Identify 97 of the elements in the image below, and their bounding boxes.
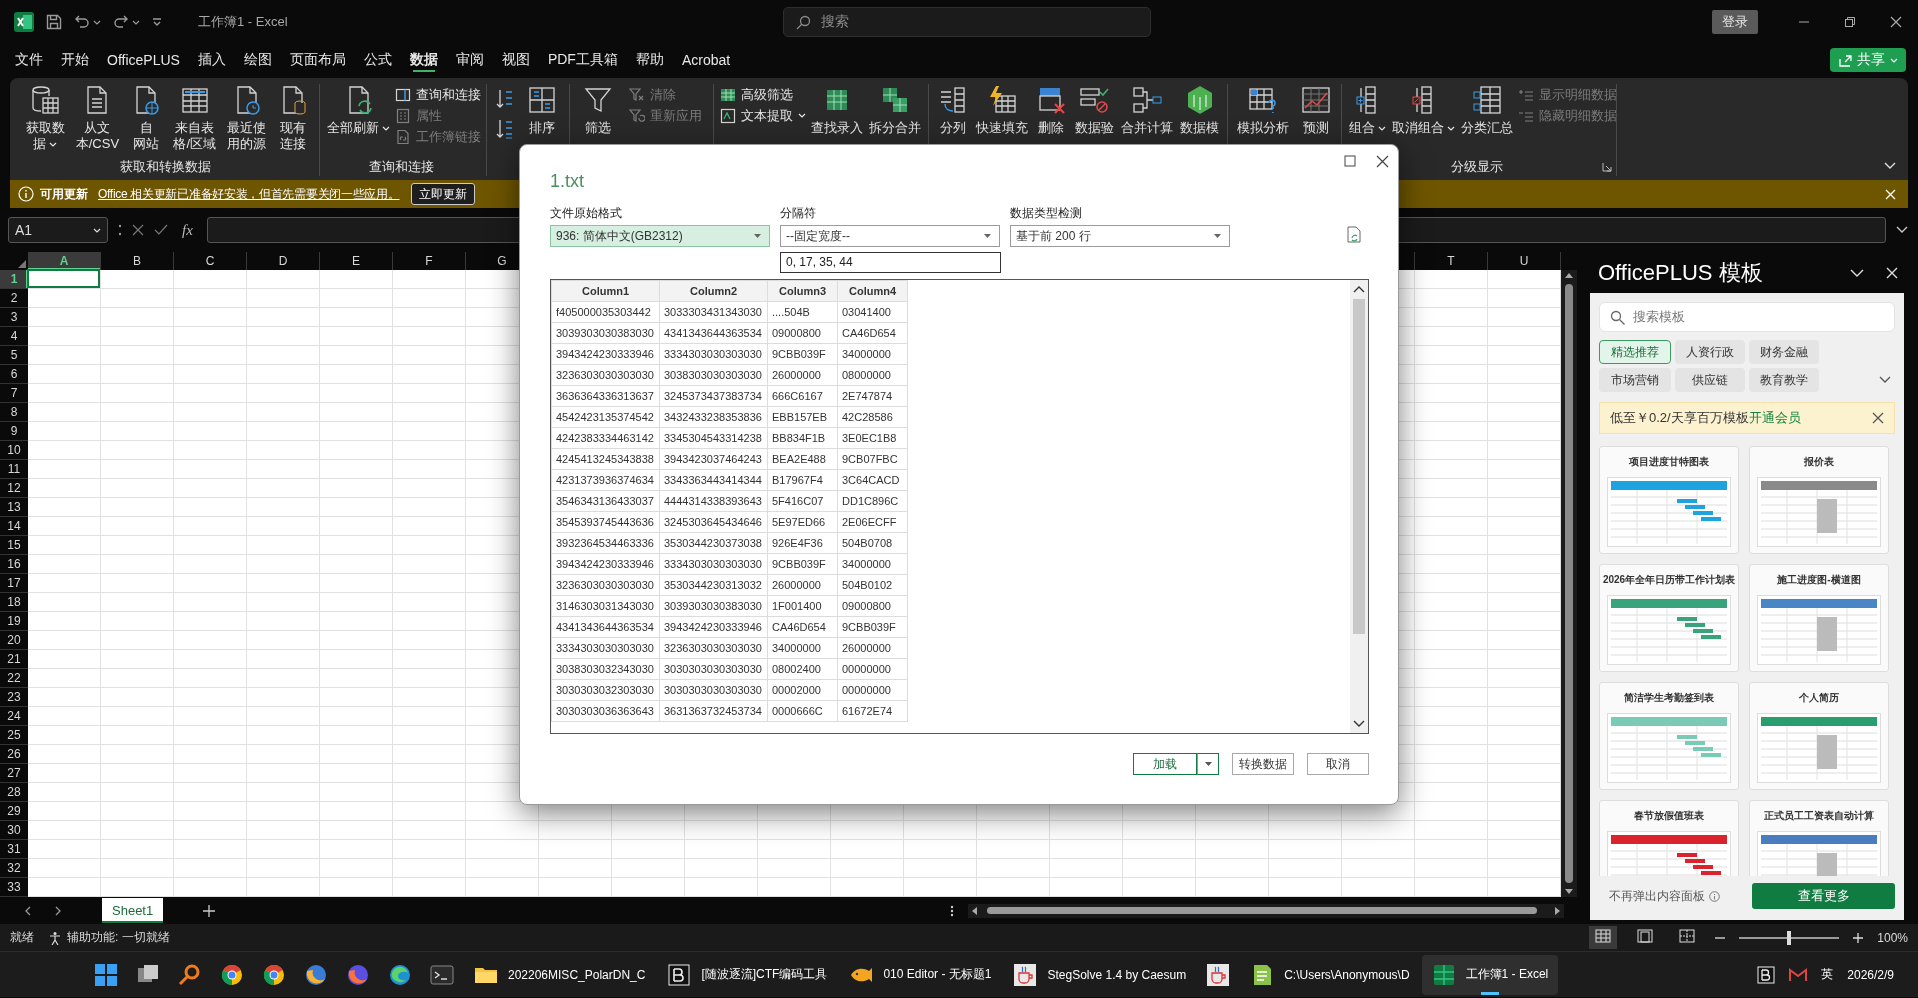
table-cell: 61672E74 bbox=[837, 700, 908, 722]
group-label: 查询和连接 bbox=[368, 158, 434, 176]
table-cell: 3039303030383030 bbox=[551, 322, 660, 344]
table-cell: 2E747874 bbox=[837, 385, 908, 407]
table-cell: 3236303030303030 bbox=[659, 637, 768, 659]
group-label: 分级显示 bbox=[1451, 158, 1503, 176]
table-cell: 0000666C bbox=[767, 700, 838, 722]
table-cell: f405000035303442 bbox=[551, 301, 660, 323]
table-cell: 3334303030303030 bbox=[551, 637, 660, 659]
table-cell: 3030303030303030 bbox=[659, 679, 768, 701]
table-cell: 3E0EC1B8 bbox=[837, 427, 908, 449]
table-cell: 3030303036363643 bbox=[551, 700, 660, 722]
table-cell: 34000000 bbox=[837, 343, 908, 365]
table-cell: 504B0102 bbox=[837, 574, 908, 596]
table-cell: 3030303032303030 bbox=[551, 679, 660, 701]
table-cell: 5E97ED66 bbox=[767, 511, 838, 533]
table-cell: 3943424230333946 bbox=[551, 343, 660, 365]
table-cell: BEA2E488 bbox=[767, 448, 838, 470]
table-cell: 26000000 bbox=[767, 364, 838, 386]
hide-panel-text: 不再弹出内容面板 bbox=[1609, 887, 1705, 905]
table-cell: 3236303030303030 bbox=[551, 364, 660, 386]
table-cell: ....504B bbox=[767, 301, 838, 323]
table-cell: 34000000 bbox=[837, 553, 908, 575]
table-cell: 3039303030383030 bbox=[659, 595, 768, 617]
table-cell: 9CBB039F bbox=[767, 343, 838, 365]
table-cell: 3245303645434646 bbox=[659, 511, 768, 533]
table-cell: 1F001400 bbox=[767, 595, 838, 617]
table-cell: 3334303030303030 bbox=[659, 343, 768, 365]
table-cell: 4242383334463142 bbox=[551, 427, 660, 449]
table-cell: 09000800 bbox=[767, 322, 838, 344]
table-cell: 3943423037464243 bbox=[659, 448, 768, 470]
table-cell: 3943424230333946 bbox=[551, 553, 660, 575]
table-cell: 504B0708 bbox=[837, 532, 908, 554]
panel-title: OfficePLUS 模板 bbox=[1598, 258, 1764, 287]
group-label: 获取和转换数据 bbox=[120, 158, 211, 176]
table-cell: 926E4F36 bbox=[767, 532, 838, 554]
table-cell: 42C28586 bbox=[837, 406, 908, 428]
table-cell: 3345304543314238 bbox=[659, 427, 768, 449]
table-cell: 3546343136433037 bbox=[551, 490, 660, 512]
table-cell: 3530344230313032 bbox=[659, 574, 768, 596]
field-label: 分隔符 bbox=[780, 205, 817, 222]
promo-text: 低至￥0.2/天享百万模板开通会员 bbox=[1610, 409, 1801, 427]
table-cell: 3343363443414344 bbox=[659, 469, 768, 491]
table-cell: 08002400 bbox=[767, 658, 838, 680]
table-cell: 3C64CACD bbox=[837, 469, 908, 491]
table-cell: 09000800 bbox=[837, 595, 908, 617]
table-cell: 3545393745443636 bbox=[551, 511, 660, 533]
table-cell: 3943424230333946 bbox=[659, 616, 768, 638]
table-cell: 3146303031343030 bbox=[551, 595, 660, 617]
table-cell: 00002000 bbox=[767, 679, 838, 701]
field-label: 文件原始格式 bbox=[550, 205, 623, 222]
field-label: 数据类型检测 bbox=[1010, 205, 1083, 222]
table-cell: 5F416C07 bbox=[767, 490, 838, 512]
window-title: 工作簿1 - Excel bbox=[198, 13, 288, 31]
table-cell: 3932364534463336 bbox=[551, 532, 660, 554]
table-cell: 03041400 bbox=[837, 301, 908, 323]
table-cell: 2E06ECFF bbox=[837, 511, 908, 533]
table-cell: 9CBB039F bbox=[767, 553, 838, 575]
table-cell: 3530344230373038 bbox=[659, 532, 768, 554]
table-cell: 4444314338393643 bbox=[659, 490, 768, 512]
table-cell: 3631363732453734 bbox=[659, 700, 768, 722]
table-cell: 3236303030303030 bbox=[551, 574, 660, 596]
table-cell: 3432433238353836 bbox=[659, 406, 768, 428]
table-cell: 3033303431343030 bbox=[659, 301, 768, 323]
table-cell: 3030303030303030 bbox=[659, 658, 768, 680]
table-cell: 00000000 bbox=[837, 658, 908, 680]
table-cell: EBB157EB bbox=[767, 406, 838, 428]
table-cell: CA46D654 bbox=[767, 616, 838, 638]
table-cell: 4245413245343838 bbox=[551, 448, 660, 470]
table-cell: DD1C896C bbox=[837, 490, 908, 512]
table-cell: 3038303030303030 bbox=[659, 364, 768, 386]
column-header: Column2 bbox=[659, 280, 768, 302]
table-cell: BB834F1B bbox=[767, 427, 838, 449]
status-text: 就绪 bbox=[10, 929, 34, 946]
table-cell: 9CB07FBC bbox=[837, 448, 908, 470]
update-title: 可用更新 bbox=[40, 185, 88, 203]
table-cell: 3636364336313637 bbox=[551, 385, 660, 407]
dialog-title: 1.txt bbox=[550, 171, 585, 193]
table-cell: 08000000 bbox=[837, 364, 908, 386]
table-cell: 4341343644363534 bbox=[551, 616, 660, 638]
table-cell: 4542423135374542 bbox=[551, 406, 660, 428]
table-cell: 3245373437383734 bbox=[659, 385, 768, 407]
table-cell: 26000000 bbox=[837, 637, 908, 659]
table-cell: 00000000 bbox=[837, 679, 908, 701]
table-cell: 3334303030303030 bbox=[659, 553, 768, 575]
table-cell: 34000000 bbox=[767, 637, 838, 659]
column-header: Column4 bbox=[837, 280, 908, 302]
column-header: Column3 bbox=[767, 280, 838, 302]
table-cell: 666C6167 bbox=[767, 385, 838, 407]
table-cell: 4341343644363534 bbox=[659, 322, 768, 344]
column-header: Column1 bbox=[551, 280, 660, 302]
table-cell: 4231373936374634 bbox=[551, 469, 660, 491]
table-cell: 26000000 bbox=[767, 574, 838, 596]
table-cell: B17967F4 bbox=[767, 469, 838, 491]
table-cell: 3038303032343030 bbox=[551, 658, 660, 680]
table-cell: CA46D654 bbox=[837, 322, 908, 344]
table-cell: 9CBB039F bbox=[837, 616, 908, 638]
